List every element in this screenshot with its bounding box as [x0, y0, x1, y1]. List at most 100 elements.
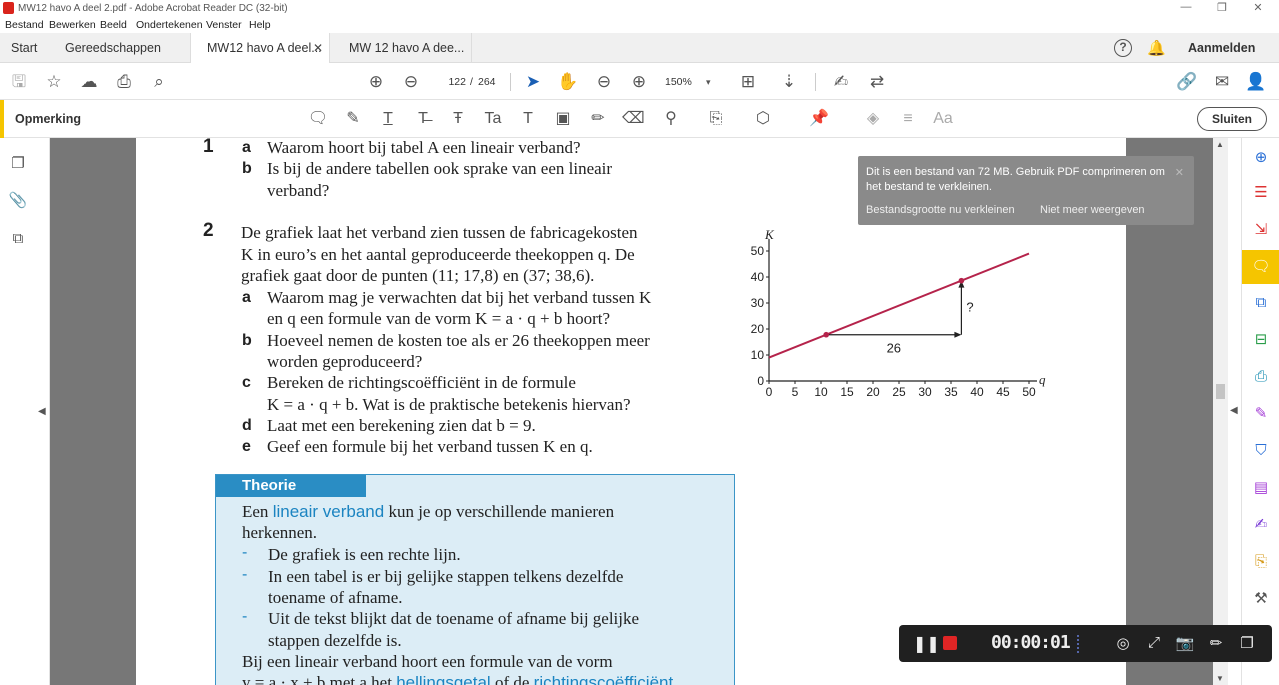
question-2a-text-line2: en q een formule van de vorm K = a · q +… — [267, 309, 611, 328]
attach-file-icon[interactable]: ⎘ — [705, 109, 727, 129]
combine-files-icon[interactable]: ⧉ — [1251, 293, 1271, 313]
page-separator: / — [470, 76, 473, 88]
bookmark-star-icon[interactable]: ☆ — [43, 71, 65, 93]
scroll-mode-icon[interactable]: ⇣ — [778, 71, 800, 93]
question-2c-label: c — [242, 374, 251, 391]
menu-bewerken[interactable]: Bewerken — [49, 19, 96, 31]
y-tick-label: 10 — [751, 348, 765, 362]
tab-document-2[interactable]: MW 12 havo A dee... — [332, 33, 472, 63]
menu-help[interactable]: Help — [249, 19, 271, 31]
replace-text-icon[interactable]: Ŧ — [447, 109, 469, 129]
tab-tools[interactable]: Gereedschappen — [65, 33, 161, 63]
vertical-scrollbar[interactable]: ▲ ▼ — [1213, 138, 1228, 685]
page-fit-icon[interactable]: ⊞ — [737, 71, 759, 93]
previous-page-icon[interactable]: ⊕ — [365, 71, 387, 93]
upload-cloud-icon[interactable]: ☁ — [78, 71, 100, 93]
zoom-dropdown-icon[interactable]: ▾ — [706, 72, 711, 92]
tab-start[interactable]: Start — [11, 33, 37, 63]
scrollbar-thumb[interactable] — [1216, 384, 1225, 399]
text-box-icon[interactable]: ▣ — [552, 109, 574, 129]
line-weight-icon[interactable]: ≡ — [897, 109, 919, 129]
fill-sign-icon[interactable]: ✎ — [1251, 404, 1271, 424]
layers-icon[interactable]: ⧉ — [8, 230, 28, 250]
pin-icon[interactable]: 📌 — [808, 109, 830, 129]
insert-text-icon[interactable]: Ta — [482, 109, 504, 129]
fill-color-icon[interactable]: ◈ — [862, 109, 884, 129]
menu-venster[interactable]: Venster — [206, 19, 242, 31]
minimize-recorder-icon[interactable]: ❐ — [1237, 634, 1257, 652]
scroll-down-icon[interactable]: ▼ — [1216, 674, 1224, 683]
eraser-icon[interactable]: ⌫ — [622, 109, 645, 129]
fullscreen-icon[interactable]: ⤢ — [1144, 634, 1164, 651]
organize-pages-icon[interactable]: ☰ — [1251, 183, 1271, 203]
zoom-level[interactable]: 150% — [665, 72, 692, 92]
menu-beeld[interactable]: Beeld — [100, 19, 127, 31]
screen-recorder-widget: ❚❚ 00:00:01 ◎ ⤢ 📷 ✏ ❐ — [899, 625, 1272, 662]
maximize-button[interactable]: ❐ — [1207, 1, 1237, 14]
prepare-form-icon[interactable]: ▤ — [1251, 478, 1271, 498]
horizontal-step-label: 26 — [887, 341, 901, 356]
y-tick-label: 0 — [757, 374, 764, 388]
stop-record-button[interactable] — [943, 636, 957, 650]
link-icon[interactable]: 🔗 — [1176, 71, 1198, 93]
save-icon[interactable]: 🖫 — [8, 71, 30, 93]
share-icon[interactable]: ⇄ — [866, 71, 888, 93]
draw-pen-icon[interactable]: ✏ — [1206, 634, 1226, 652]
tab-close-icon[interactable]: ✕ — [313, 33, 323, 63]
hand-tool-icon[interactable]: ✋ — [557, 71, 579, 93]
email-icon[interactable]: ✉ — [1211, 71, 1233, 93]
zoom-in-icon[interactable]: ⊕ — [628, 71, 650, 93]
collapse-right-pane-icon[interactable]: ◀ — [1230, 405, 1238, 416]
reduce-file-size-link[interactable]: Bestandsgrootte nu verkleinen — [866, 204, 1015, 216]
edit-pdf-icon[interactable]: ⊟ — [1251, 330, 1271, 350]
more-tools-icon[interactable]: ⚒ — [1251, 589, 1271, 609]
expand-left-pane-icon[interactable]: ◀ — [38, 406, 46, 417]
scroll-up-icon[interactable]: ▲ — [1216, 140, 1224, 149]
bell-icon[interactable]: 🔔 — [1147, 39, 1166, 57]
notification-close-icon[interactable]: ✕ — [1175, 166, 1184, 179]
minimize-button[interactable]: — — [1171, 1, 1201, 13]
pause-icon[interactable]: ❚❚ — [913, 634, 940, 654]
highlight-icon[interactable]: ✎ — [342, 109, 364, 129]
help-icon[interactable]: ? — [1114, 39, 1132, 57]
scan-ocr-icon[interactable]: ⎙ — [1251, 367, 1271, 387]
search-icon[interactable]: ⌕ — [148, 71, 170, 93]
audio-level-icon — [1077, 635, 1083, 653]
font-size-icon[interactable]: Aa — [932, 109, 954, 129]
question-2c-text-line2: K = a · q + b. Wat is de praktische bete… — [267, 395, 631, 414]
menu-bestand[interactable]: Bestand — [5, 19, 44, 31]
print-icon[interactable]: ⎙ — [113, 71, 135, 93]
menu-ondertekenen[interactable]: Ondertekenen — [136, 19, 203, 31]
zoom-out-icon[interactable]: ⊖ — [593, 71, 615, 93]
dont-show-again-link[interactable]: Niet meer weergeven — [1040, 204, 1145, 216]
sticky-note-icon[interactable]: 🗨 — [307, 109, 329, 129]
theory-item-2-line1: In een tabel is er bij gelijke stappen t… — [268, 567, 624, 586]
shapes-icon[interactable]: ⬡ — [752, 109, 774, 129]
add-text-icon[interactable]: T — [517, 109, 539, 129]
sign-icon[interactable]: ✍ — [830, 71, 852, 93]
stamp-icon[interactable]: ⚲ — [660, 109, 682, 129]
send-for-comments-icon[interactable]: ⎘ — [1251, 552, 1271, 572]
create-pdf-icon[interactable]: ⊕ — [1251, 148, 1271, 168]
underline-text-icon[interactable]: T̲ — [377, 109, 399, 129]
close-comment-button[interactable]: Sluiten — [1197, 107, 1267, 131]
webcam-icon[interactable]: ◎ — [1113, 634, 1133, 652]
tab-document-1[interactable]: MW12 havo A deel... ✕ — [190, 33, 330, 63]
protect-icon[interactable]: ⛉ — [1251, 441, 1271, 461]
comment-toolbar: Opmerking 🗨 ✎ T̲ T̶ Ŧ Ta T ▣ ✏ ⌫ ⚲ ⎘ ⬡ 📌… — [0, 100, 1279, 138]
screenshot-camera-icon[interactable]: 📷 — [1175, 634, 1195, 652]
request-signature-icon[interactable]: ✍ — [1251, 515, 1271, 535]
comment-tool-icon[interactable]: 🗨 — [1251, 257, 1271, 277]
pencil-icon[interactable]: ✏ — [587, 109, 609, 129]
page-thumbnails-icon[interactable]: ❐ — [8, 154, 28, 174]
export-pdf-icon[interactable]: ⇲ — [1251, 220, 1271, 240]
next-page-icon[interactable]: ⊖ — [400, 71, 422, 93]
attachments-icon[interactable]: 📎 — [8, 191, 28, 211]
strikethrough-icon[interactable]: T̶ — [412, 109, 434, 129]
page-number-input[interactable]: 122 — [436, 72, 466, 92]
close-window-button[interactable]: ✕ — [1243, 1, 1273, 14]
select-cursor-icon[interactable]: ➤ — [522, 71, 544, 93]
add-user-icon[interactable]: 👤 — [1245, 71, 1267, 93]
sign-in-button[interactable]: Aanmelden — [1188, 41, 1255, 55]
x-tick-label: 50 — [1022, 385, 1036, 399]
